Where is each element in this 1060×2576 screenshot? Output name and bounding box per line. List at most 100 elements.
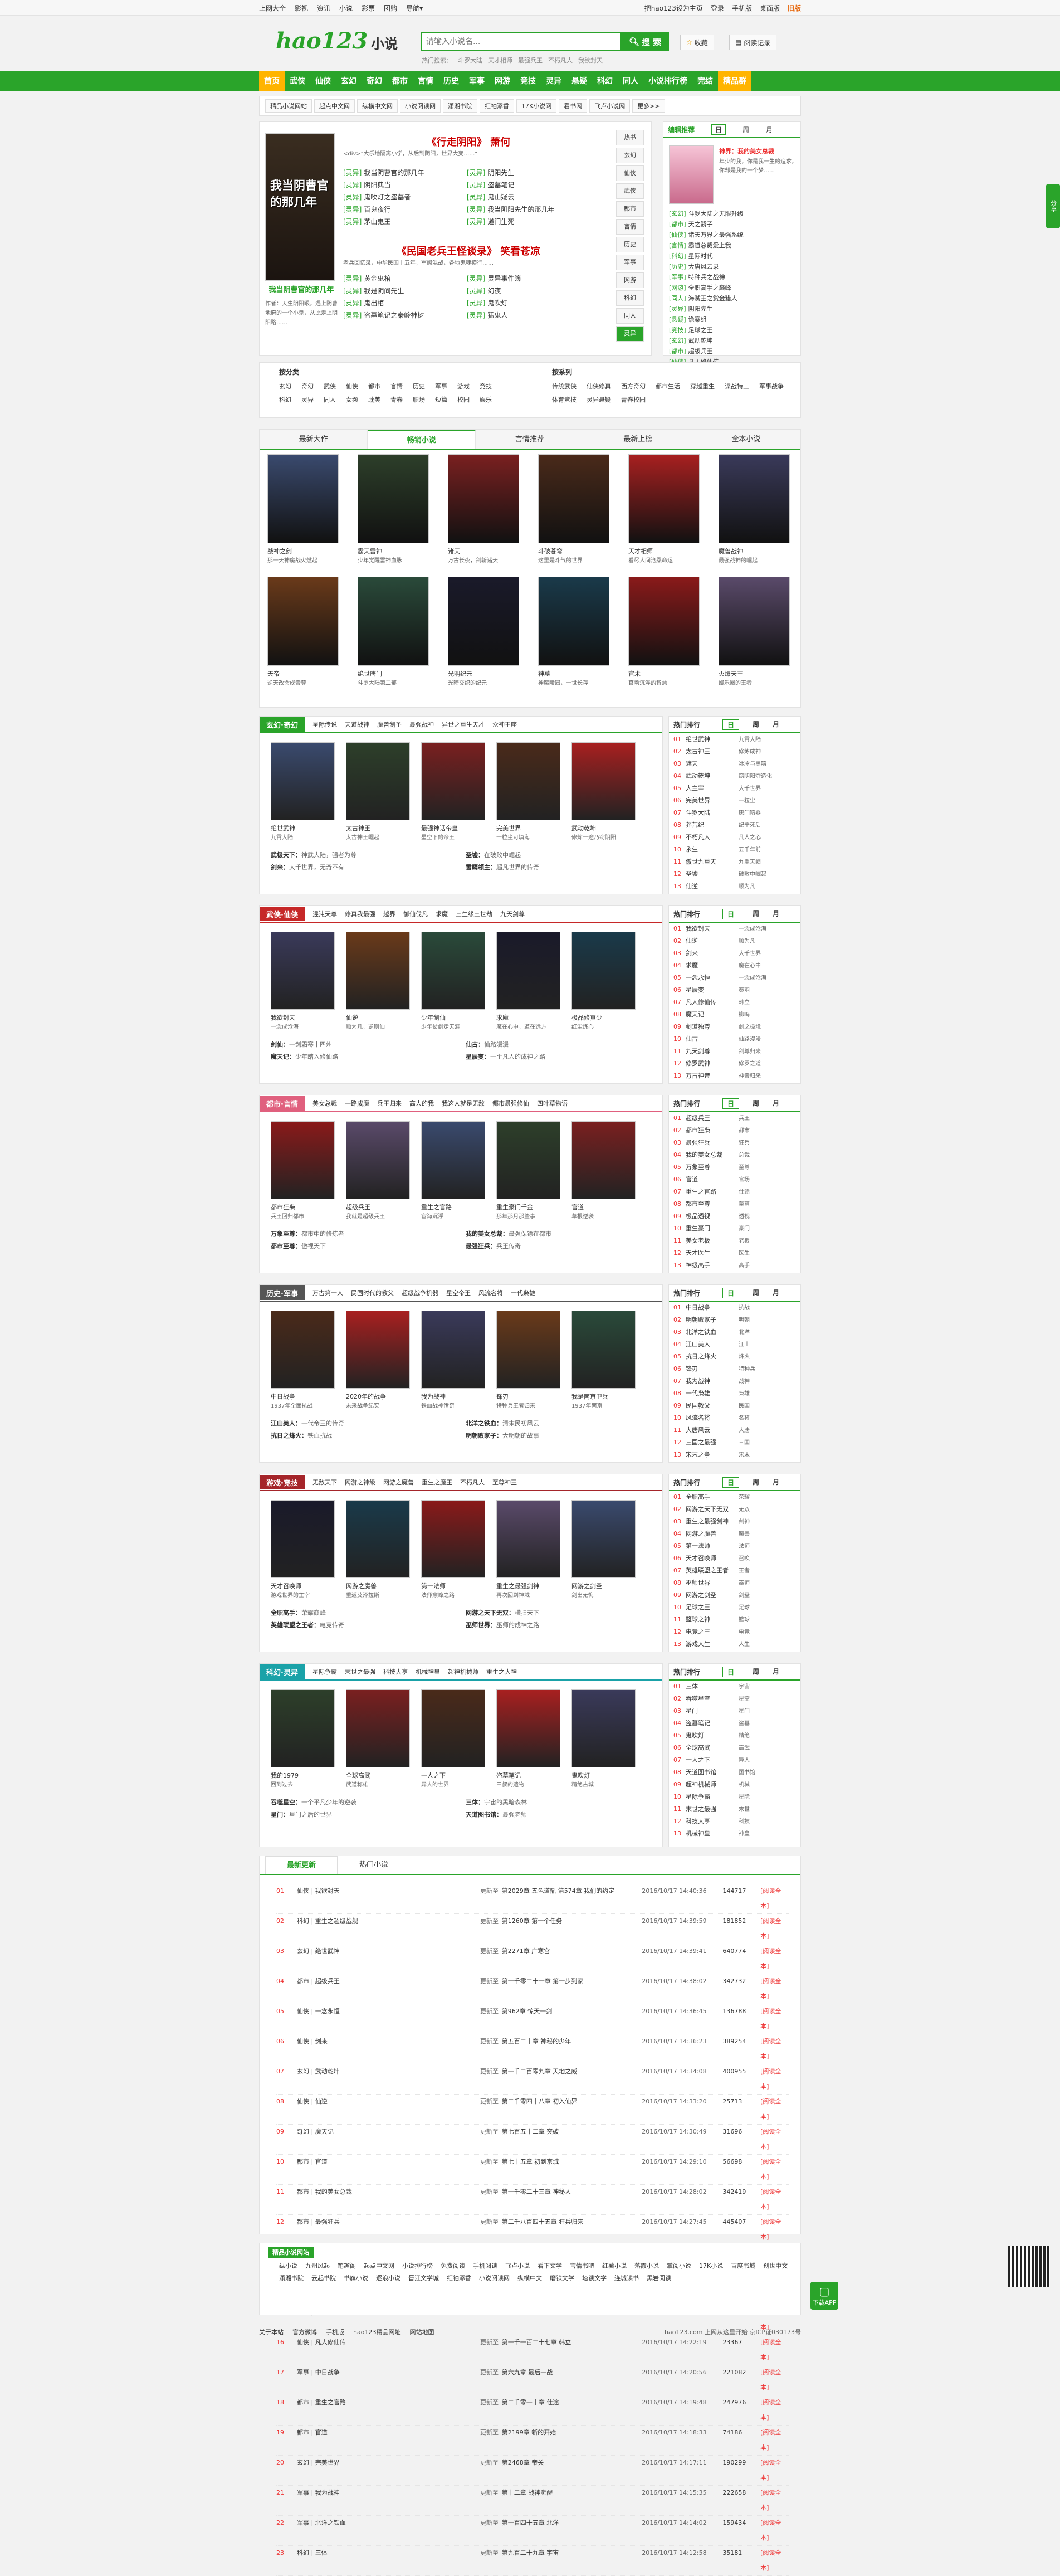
book-title[interactable]: 武动乾坤 xyxy=(571,824,596,832)
rank-item[interactable]: 08 魔天记 柳鸣 xyxy=(669,1009,800,1021)
category-button[interactable]: 军事 xyxy=(616,255,644,270)
section-tag[interactable]: 求魔 xyxy=(436,909,448,918)
section-extra[interactable]: 网游之天下无双：横扫天下 xyxy=(466,1607,649,1619)
bestseller-tab[interactable]: 最新上榜 xyxy=(584,430,692,449)
section-tag[interactable]: 众神王座 xyxy=(492,720,517,729)
nav-item[interactable]: 网游 xyxy=(490,71,515,91)
book-cover[interactable] xyxy=(496,1121,560,1199)
rank-item[interactable]: 05 第一法师 法师 xyxy=(669,1540,800,1552)
list-item[interactable]: [同人] 海贼王之赏金猎人 xyxy=(669,293,797,304)
category-button[interactable]: 网游 xyxy=(616,272,644,288)
rank-item[interactable]: 09 不朽凡人 凡人之心 xyxy=(669,831,800,844)
site-link[interactable]: 免费阅读 xyxy=(441,2261,465,2270)
book-title[interactable]: 我为战神 xyxy=(421,1392,446,1401)
site-link[interactable]: 创世中文 xyxy=(763,2261,788,2270)
category-button[interactable]: 同人 xyxy=(616,308,644,324)
rank-item[interactable]: 02 网游之天下无双 无双 xyxy=(669,1503,800,1516)
nav-item[interactable]: 军事 xyxy=(464,71,490,91)
section-tag[interactable]: 星际传说 xyxy=(312,720,337,729)
book-title[interactable]: 太古神王 xyxy=(346,824,370,832)
rank-item[interactable]: 09 极品透视 透视 xyxy=(669,1210,800,1223)
category-link[interactable]: 玄幻 xyxy=(279,382,291,391)
site-link[interactable]: 小说阅读网 xyxy=(479,2273,510,2282)
section-extra[interactable]: 巫师世界：巫师的成神之路 xyxy=(466,1619,649,1632)
rank-item[interactable]: 04 我的美女总裁 总裁 xyxy=(669,1149,800,1161)
rank-tab[interactable]: 日 xyxy=(722,1666,740,1677)
update-row[interactable]: 04 都市 | 超级兵王 更新至 第一千零二十一章 第一步到家 2016/10/17 1… xyxy=(276,1974,789,2004)
book-title[interactable]: 完美世界 xyxy=(496,824,521,832)
row-chapter[interactable]: 第1260章 第一个任务 xyxy=(502,1914,642,1944)
rank-item[interactable]: 07 凡人修仙传 韩立 xyxy=(669,996,800,1009)
partner-link[interactable]: 看书网 xyxy=(559,99,588,113)
section-tag[interactable]: 魔兽剑圣 xyxy=(377,720,402,729)
category-link[interactable]: 青春校园 xyxy=(621,395,646,404)
book-title[interactable]: 绝世武神 xyxy=(271,824,295,832)
topbar-link[interactable]: 小说 xyxy=(339,3,353,13)
rank-item[interactable]: 10 重生豪门 豪门 xyxy=(669,1223,800,1235)
rank-item[interactable]: 10 永生 五千年前 xyxy=(669,844,800,856)
category-button[interactable]: 玄幻 xyxy=(616,148,644,163)
section-extra[interactable]: 星辰变：一个凡人的成神之路 xyxy=(466,1051,649,1063)
book-title[interactable]: 网游之魔兽 xyxy=(346,1581,377,1590)
rank-tab[interactable]: 月 xyxy=(773,909,779,919)
rank-item[interactable]: 01 绝世武神 九霄大陆 xyxy=(669,733,800,746)
rank-tab[interactable]: 周 xyxy=(753,719,759,730)
section-tag[interactable]: 超神机械师 xyxy=(448,1667,478,1676)
update-row[interactable]: 19 都市 | 官道 更新至 第2199章 新的开始 2016/10/17 14:18:… xyxy=(276,2426,789,2456)
rank-tab[interactable]: 日 xyxy=(722,719,740,730)
row-chapter[interactable]: 第2199章 新的开始 xyxy=(502,2426,642,2455)
rank-item[interactable]: 01 中日战争 抗战 xyxy=(669,1302,800,1314)
footer-link[interactable]: hao123精品网址 xyxy=(353,2327,400,2336)
updates-tab[interactable]: 热门小说 xyxy=(338,1856,410,1874)
book-title[interactable]: 中日战争 xyxy=(271,1392,295,1401)
category-link[interactable]: 灵异 xyxy=(301,395,314,404)
topbar-link[interactable]: 彩票 xyxy=(362,3,375,13)
list-item[interactable]: [灵异] 百鬼夜行 xyxy=(343,203,466,216)
list-item[interactable]: [灵异] 盗墓笔记之秦岭神树 xyxy=(343,309,466,322)
list-item[interactable]: [灵异] 我是阴间先生 xyxy=(343,285,466,297)
update-row[interactable]: 07 玄幻 | 武动乾坤 更新至 第一千二百零九章 天地之威 2016/10/17 14… xyxy=(276,2064,789,2095)
section-tag[interactable]: 至尊神王 xyxy=(492,1478,517,1487)
category-link[interactable]: 西方奇幻 xyxy=(621,382,646,391)
row-chapter[interactable]: 第二千八百四十五章 狂兵归来 xyxy=(502,2215,642,2244)
rank-item[interactable]: 07 英雄联盟之王者 王者 xyxy=(669,1565,800,1577)
update-row[interactable]: 02 科幻 | 重生之超级战舰 更新至 第1260章 第一个任务 2016/10/17 … xyxy=(276,1914,789,1944)
category-link[interactable]: 仙侠 xyxy=(346,382,358,391)
footer-link[interactable]: 手机版 xyxy=(326,2327,344,2336)
list-item[interactable]: [灵异] 道门生死 xyxy=(467,216,589,228)
section-tag[interactable]: 修真我最强 xyxy=(345,909,375,918)
site-link[interactable]: 言情书吧 xyxy=(570,2261,594,2270)
book-title[interactable]: 重生之官路 xyxy=(421,1202,452,1211)
section-tag[interactable]: 九天剑尊 xyxy=(500,909,525,918)
rank-item[interactable]: 13 机械神皇 神皇 xyxy=(669,1828,800,1840)
rank-item[interactable]: 02 仙逆 顺为凡 xyxy=(669,935,800,947)
book-cover[interactable] xyxy=(358,454,429,543)
site-link[interactable]: 磨铁文学 xyxy=(550,2273,574,2282)
book-cover[interactable] xyxy=(628,454,700,543)
section-extra[interactable]: 剑仙：一剑霜寒十四州 xyxy=(271,1039,455,1051)
section-extra[interactable]: 明朝败家子：大明朝的故事 xyxy=(466,1430,649,1442)
rank-item[interactable]: 11 九天剑尊 剑尊归来 xyxy=(669,1045,800,1058)
rank-item[interactable]: 13 神级高手 高手 xyxy=(669,1259,800,1272)
book-cover[interactable] xyxy=(571,742,636,820)
partner-link[interactable]: 起点中文网 xyxy=(314,99,355,113)
list-item[interactable]: [科幻] 星际时代 xyxy=(669,251,797,261)
rank-item[interactable]: 06 锋刃 特种兵 xyxy=(669,1363,800,1375)
nav-item[interactable]: 历史 xyxy=(438,71,464,91)
book-cover[interactable] xyxy=(628,577,700,666)
section-tag[interactable]: 民国时代的教父 xyxy=(351,1288,394,1297)
rank-item[interactable]: 12 科技大亨 科技 xyxy=(669,1815,800,1828)
site-link[interactable]: 笔趣阁 xyxy=(338,2261,356,2270)
section-extra[interactable]: 我的美女总裁：最强保镖在都市 xyxy=(466,1228,649,1240)
read-link[interactable]: [阅读全本] xyxy=(760,2395,789,2425)
site-link[interactable]: 晋江文学城 xyxy=(408,2273,439,2282)
category-link[interactable]: 体育竞技 xyxy=(552,395,577,404)
category-button[interactable]: 都市 xyxy=(616,201,644,217)
update-row[interactable]: 08 仙侠 | 仙逆 更新至 第二千零四十八章 初入仙界 2016/10/17 14:3… xyxy=(276,2095,789,2125)
book-title[interactable]: 官道 xyxy=(571,1202,584,1211)
row-chapter[interactable]: 第962章 惊天一剑 xyxy=(502,2004,642,2034)
category-button[interactable]: 热书 xyxy=(616,130,644,145)
category-link[interactable]: 穿越重生 xyxy=(690,382,715,391)
nav-item[interactable]: 言情 xyxy=(413,71,438,91)
site-link[interactable]: 纵小说 xyxy=(279,2261,297,2270)
